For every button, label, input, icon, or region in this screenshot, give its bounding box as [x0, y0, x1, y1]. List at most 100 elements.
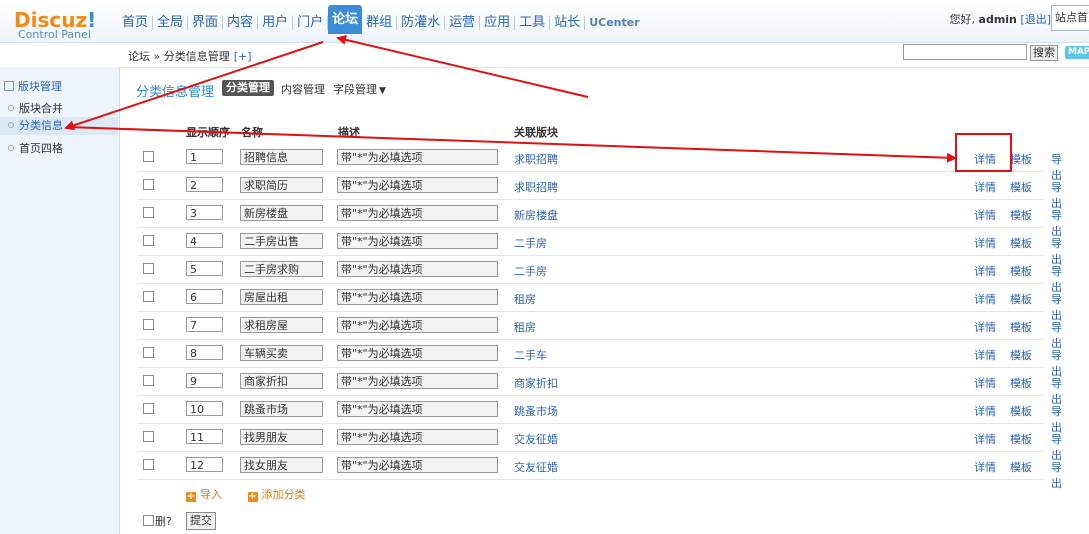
name-input[interactable]: 找男朋友 — [240, 429, 323, 445]
sidebar-section-forum-manage[interactable]: 版块管理 — [4, 78, 62, 94]
row-checkbox[interactable] — [143, 263, 154, 274]
description-input[interactable]: 带"*"为必填选项 — [337, 149, 498, 165]
row-checkbox[interactable] — [143, 459, 154, 470]
name-input[interactable]: 招聘信息 — [240, 149, 323, 165]
display-order-input[interactable]: 8 — [186, 345, 223, 360]
nav-forum[interactable]: 论坛 — [328, 4, 363, 34]
detail-link[interactable]: 详情 — [974, 459, 996, 475]
search-input[interactable] — [903, 44, 1027, 60]
display-order-input[interactable]: 9 — [186, 373, 223, 388]
description-input[interactable]: 带"*"为必填选项 — [337, 317, 498, 333]
discuz-logo[interactable]: Discuz! Control Panel — [14, 8, 114, 41]
delete-all-checkbox[interactable] — [143, 515, 154, 526]
template-link[interactable]: 模板 — [1010, 459, 1032, 475]
name-input[interactable]: 商家折扣 — [240, 373, 323, 389]
sidebar-item-grid[interactable]: 首页四格 — [8, 140, 63, 156]
row-checkbox[interactable] — [143, 235, 154, 246]
nav-home[interactable]: 首页 — [118, 16, 154, 30]
nav-ucenter[interactable]: UCenter — [585, 16, 643, 30]
display-order-input[interactable]: 12 — [186, 457, 223, 472]
display-order-input[interactable]: 7 — [186, 317, 223, 332]
template-link[interactable]: 模板 — [1010, 179, 1032, 195]
forum-link[interactable]: 求职招聘 — [514, 151, 558, 167]
nav-content[interactable]: 内容 — [223, 16, 259, 30]
nav-antispam[interactable]: 防灌水 — [397, 16, 446, 30]
forum-link[interactable]: 租房 — [514, 319, 536, 335]
detail-link[interactable]: 详情 — [974, 291, 996, 307]
description-input[interactable]: 带"*"为必填选项 — [337, 289, 498, 305]
detail-link[interactable]: 详情 — [974, 375, 996, 391]
name-input[interactable]: 求租房屋 — [240, 317, 323, 333]
template-link[interactable]: 模板 — [1010, 235, 1032, 251]
tab-field-manage[interactable]: 字段管理 ▼ — [333, 81, 386, 97]
name-input[interactable]: 二手房出售 — [240, 233, 323, 249]
template-link[interactable]: 模板 — [1010, 319, 1032, 335]
nav-tools[interactable]: 工具 — [515, 16, 551, 30]
name-input[interactable]: 新房楼盘 — [240, 205, 323, 221]
description-input[interactable]: 带"*"为必填选项 — [337, 177, 498, 193]
detail-link[interactable]: 详情 — [974, 403, 996, 419]
template-link[interactable]: 模板 — [1010, 291, 1032, 307]
nav-founder[interactable]: 站长 — [550, 16, 586, 30]
display-order-input[interactable]: 6 — [186, 289, 223, 304]
template-link[interactable]: 模板 — [1010, 347, 1032, 363]
description-input[interactable]: 带"*"为必填选项 — [337, 233, 498, 249]
sidebar-item-forum-merge[interactable]: 版块合并 — [8, 100, 63, 116]
display-order-input[interactable]: 11 — [186, 429, 223, 444]
row-checkbox[interactable] — [143, 151, 154, 162]
row-checkbox[interactable] — [143, 207, 154, 218]
tab-category-manage[interactable]: 分类管理 — [222, 80, 274, 96]
add-category-link[interactable]: + 添加分类 — [247, 488, 306, 502]
template-link[interactable]: 模板 — [1010, 151, 1032, 167]
nav-apps[interactable]: 应用 — [480, 16, 516, 30]
description-input[interactable]: 带"*"为必填选项 — [337, 345, 498, 361]
row-checkbox[interactable] — [143, 403, 154, 414]
row-checkbox[interactable] — [143, 431, 154, 442]
nav-group[interactable]: 群组 — [362, 16, 398, 30]
submit-button[interactable]: 提交 — [186, 512, 216, 530]
forum-link[interactable]: 商家折扣 — [514, 375, 558, 391]
name-input[interactable]: 二手房求购 — [240, 261, 323, 277]
description-input[interactable]: 带"*"为必填选项 — [337, 457, 498, 473]
detail-link[interactable]: 详情 — [974, 235, 996, 251]
template-link[interactable]: 模板 — [1010, 207, 1032, 223]
name-input[interactable]: 求职简历 — [240, 177, 323, 193]
name-input[interactable]: 房屋出租 — [240, 289, 323, 305]
description-input[interactable]: 带"*"为必填选项 — [337, 205, 498, 221]
import-link[interactable]: + 导入 — [186, 488, 222, 502]
forum-link[interactable]: 求职招聘 — [514, 179, 558, 195]
display-order-input[interactable]: 1 — [186, 149, 223, 164]
nav-style[interactable]: 界面 — [188, 16, 224, 30]
forum-link[interactable]: 新房楼盘 — [514, 207, 558, 223]
row-checkbox[interactable] — [143, 347, 154, 358]
detail-link[interactable]: 详情 — [974, 263, 996, 279]
display-order-input[interactable]: 4 — [186, 233, 223, 248]
forum-link[interactable]: 交友征婚 — [514, 431, 558, 447]
nav-global[interactable]: 全局 — [153, 16, 189, 30]
add-shortcut-link[interactable]: [+] — [234, 50, 252, 63]
detail-link[interactable]: 详情 — [974, 179, 996, 195]
template-link[interactable]: 模板 — [1010, 403, 1032, 419]
nav-user[interactable]: 用户 — [258, 16, 294, 30]
row-checkbox[interactable] — [143, 375, 154, 386]
tab-content-manage[interactable]: 内容管理 — [281, 81, 325, 97]
row-checkbox[interactable] — [143, 291, 154, 302]
logout-link[interactable]: [退出] — [1020, 13, 1051, 26]
name-input[interactable]: 车辆买卖 — [240, 345, 323, 361]
name-input[interactable]: 跳蚤市场 — [240, 401, 323, 417]
template-link[interactable]: 模板 — [1010, 431, 1032, 447]
forum-link[interactable]: 二手房 — [514, 263, 547, 279]
detail-link[interactable]: 详情 — [974, 347, 996, 363]
site-home-button[interactable]: 站点首页 — [1051, 5, 1089, 31]
row-checkbox[interactable] — [143, 179, 154, 190]
display-order-input[interactable]: 5 — [186, 261, 223, 276]
description-input[interactable]: 带"*"为必填选项 — [337, 401, 498, 417]
export-link[interactable]: 导出 — [1051, 459, 1062, 491]
detail-link[interactable]: 详情 — [974, 207, 996, 223]
detail-link[interactable]: 详情 — [974, 431, 996, 447]
sidebar-item-threadtypes[interactable]: 分类信息 — [0, 117, 118, 135]
forum-link[interactable]: 跳蚤市场 — [514, 403, 558, 419]
forum-link[interactable]: 二手车 — [514, 347, 547, 363]
template-link[interactable]: 模板 — [1010, 263, 1032, 279]
nav-operation[interactable]: 运营 — [445, 16, 481, 30]
